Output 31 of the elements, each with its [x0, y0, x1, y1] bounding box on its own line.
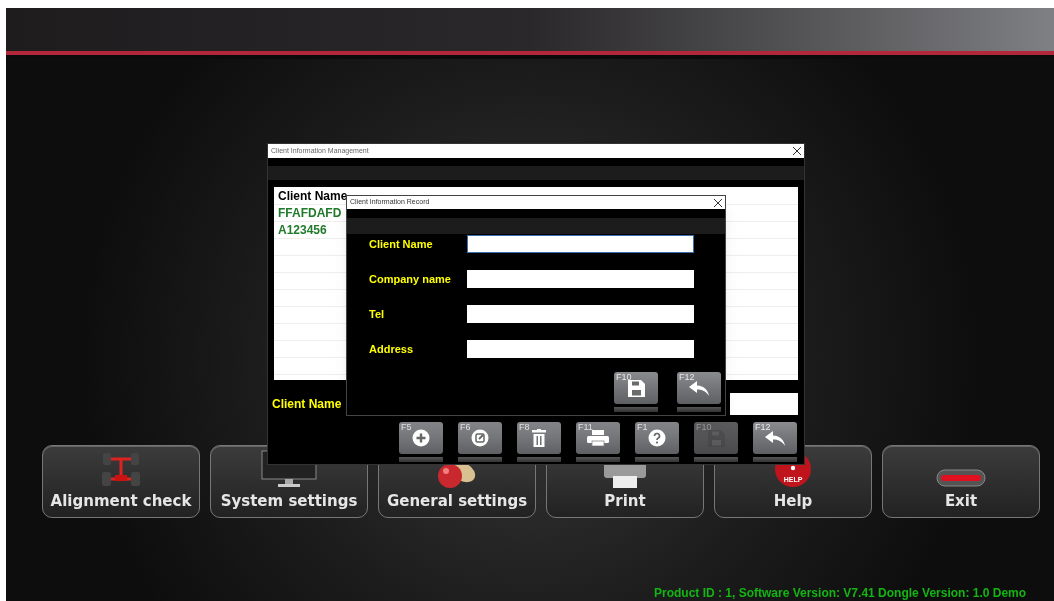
toolbar-button[interactable]: F10	[614, 372, 658, 404]
toolbar-button[interactable]: F1	[635, 422, 679, 454]
close-icon[interactable]	[714, 198, 722, 207]
toolbar-button[interactable]: F12	[677, 372, 721, 404]
plus-icon	[412, 429, 430, 447]
table-cell-text: FFAFDAFD	[277, 205, 343, 221]
close-icon[interactable]	[793, 147, 801, 155]
field-label: Company name	[368, 271, 452, 287]
exit-icon	[936, 467, 986, 488]
version-status-text: Product ID : 1, Software Version: V7.41 Dongle Version: 1.0 Demo	[654, 585, 1027, 601]
toolbar-button[interactable]: F6	[458, 422, 502, 454]
table-cell-text: A123456	[277, 222, 328, 238]
field-label: Tel	[368, 306, 386, 322]
text-field[interactable]	[467, 235, 694, 253]
search-label: Client Name	[272, 396, 342, 413]
field-label: Client Name	[368, 236, 434, 252]
search-field[interactable]	[730, 393, 798, 415]
back-arrow-icon	[765, 430, 785, 446]
field-label: Address	[368, 341, 415, 357]
edit-icon	[471, 429, 489, 447]
toolbar-button[interactable]: F11	[576, 422, 620, 454]
toolbar-button[interactable]: F8	[517, 422, 561, 454]
printer-icon	[587, 430, 609, 446]
menu-button[interactable]: Alignment check	[42, 445, 200, 518]
toolbar-button[interactable]: F5	[399, 422, 443, 454]
back-arrow-icon	[689, 380, 709, 396]
trash-icon	[532, 429, 546, 447]
column-header: Client Name	[277, 188, 346, 204]
menu-button[interactable]: Exit	[882, 445, 1040, 518]
toolbar-button[interactable]: F12	[753, 422, 797, 454]
question-icon	[648, 429, 666, 447]
